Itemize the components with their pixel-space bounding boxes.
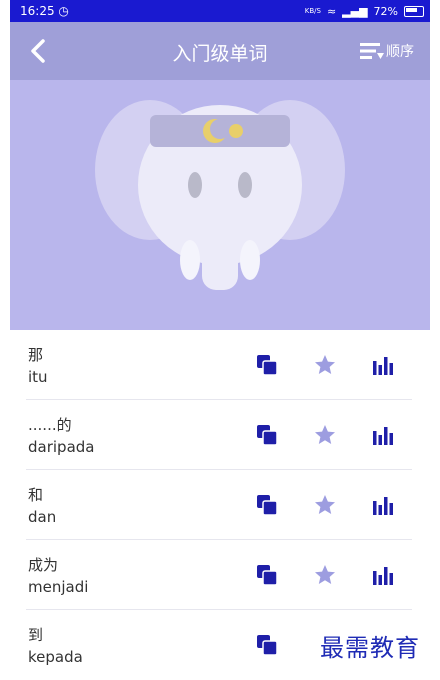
battery-level: 72% bbox=[373, 4, 398, 18]
header-banner bbox=[10, 80, 430, 330]
bar-chart-icon bbox=[373, 357, 393, 375]
word-text: 成为 menjadi bbox=[28, 554, 88, 598]
word-malay: dan bbox=[28, 508, 57, 526]
stats-button[interactable] bbox=[354, 558, 412, 592]
watermark-logo: 最需教育 bbox=[320, 634, 420, 662]
list-item[interactable]: 成为 menjadi bbox=[26, 540, 412, 610]
stats-button[interactable] bbox=[354, 348, 412, 382]
word-actions bbox=[238, 400, 412, 470]
favorite-button[interactable] bbox=[296, 418, 354, 452]
sort-order-button[interactable]: 顺序 bbox=[360, 38, 414, 64]
copy-button[interactable] bbox=[238, 348, 296, 382]
copy-icon bbox=[257, 425, 278, 446]
copy-button[interactable] bbox=[238, 628, 296, 662]
elephant-mascot-illustration bbox=[95, 100, 345, 290]
bar-chart-icon bbox=[373, 497, 393, 515]
copy-button[interactable] bbox=[238, 488, 296, 522]
bar-chart-icon bbox=[373, 567, 393, 585]
word-text: 那 itu bbox=[28, 344, 48, 388]
status-bar: 16:25 ◷ KB/S ≈ ▂▄▆ 72% bbox=[10, 0, 430, 22]
word-malay: itu bbox=[28, 368, 48, 386]
list-item[interactable]: ......的 daripada bbox=[26, 400, 412, 470]
favorite-button[interactable] bbox=[296, 558, 354, 592]
word-malay: daripada bbox=[28, 438, 95, 456]
sort-list-icon bbox=[360, 43, 384, 59]
app-bar: 入门级单词 顺序 bbox=[10, 22, 430, 80]
star-icon bbox=[315, 425, 335, 444]
star-icon bbox=[315, 495, 335, 514]
copy-button[interactable] bbox=[238, 418, 296, 452]
word-chinese: ......的 bbox=[28, 416, 72, 434]
word-actions bbox=[238, 330, 412, 400]
word-chinese: 成为 bbox=[28, 556, 59, 574]
star-icon bbox=[315, 565, 335, 584]
word-actions bbox=[238, 540, 412, 610]
status-indicators: KB/S ≈ ▂▄▆ 72% bbox=[305, 5, 424, 18]
word-chinese: 那 bbox=[28, 346, 44, 364]
list-item[interactable]: 和 dan bbox=[26, 470, 412, 540]
word-text: ......的 daripada bbox=[28, 414, 94, 458]
word-malay: menjadi bbox=[28, 578, 89, 596]
word-chinese: 到 bbox=[28, 626, 44, 644]
word-actions bbox=[238, 470, 412, 540]
word-malay: kepada bbox=[28, 648, 83, 666]
favorite-button[interactable] bbox=[296, 488, 354, 522]
network-speed-unit: KB/S bbox=[304, 7, 321, 15]
word-text: 到 kepada bbox=[28, 624, 83, 668]
copy-button[interactable] bbox=[238, 558, 296, 592]
favorite-button[interactable] bbox=[296, 348, 354, 382]
signal-icon: ▂▄▆ bbox=[342, 4, 368, 18]
word-text: 和 dan bbox=[28, 484, 56, 528]
battery-icon bbox=[404, 5, 424, 17]
stats-button[interactable] bbox=[354, 488, 412, 522]
copy-icon bbox=[257, 355, 278, 376]
status-time: 16:25 ◷ bbox=[20, 4, 69, 18]
copy-icon bbox=[257, 635, 278, 656]
copy-icon bbox=[257, 495, 278, 516]
word-chinese: 和 bbox=[28, 486, 44, 504]
bar-chart-icon bbox=[373, 427, 393, 445]
star-icon bbox=[315, 355, 335, 374]
stats-button[interactable] bbox=[354, 418, 412, 452]
sort-order-label: 顺序 bbox=[386, 44, 414, 60]
list-item[interactable]: 那 itu bbox=[26, 330, 412, 400]
clock-icon: ◷ bbox=[58, 4, 69, 18]
wifi-icon: ≈ bbox=[326, 4, 337, 18]
copy-icon bbox=[257, 565, 278, 586]
